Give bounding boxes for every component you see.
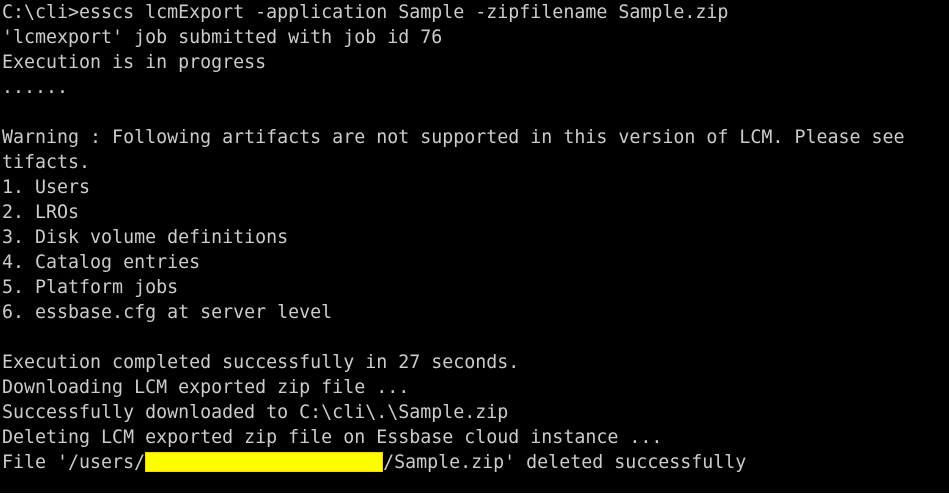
artifact-list-item: 3. Disk volume definitions (2, 227, 289, 248)
progress-line: Execution is in progress (2, 52, 267, 73)
deleted-line: File '/users/ /Sample.zip' deleted succes… (2, 450, 746, 475)
job-submitted-line: 'lcmexport' job submitted with job id 76 (2, 27, 443, 48)
downloading-line: Downloading LCM exported zip file ... (2, 377, 410, 398)
deleted-line-prefix: File '/users/ (2, 452, 146, 473)
command-line: C:\cli>esscs lcmExport -application Samp… (2, 2, 729, 23)
artifact-list-item: 1. Users (2, 177, 91, 198)
terminal-window[interactable]: C:\cli>esscs lcmExport -application Samp… (0, 0, 949, 495)
warning-line: Warning : Following artifacts are not su… (2, 127, 905, 148)
warning-wrap-line: tifacts. (2, 152, 91, 173)
progress-dots-line: ...... (2, 77, 69, 98)
redaction-box (145, 451, 384, 472)
deleted-line-suffix: /Sample.zip' deleted successfully (383, 452, 747, 473)
downloaded-line: Successfully downloaded to C:\cli\.\Samp… (2, 402, 509, 423)
artifact-list-item: 2. LROs (2, 202, 80, 223)
completion-line: Execution completed successfully in 27 s… (2, 352, 520, 373)
artifact-list-item: 5. Platform jobs (2, 277, 179, 298)
artifact-list-item: 6. essbase.cfg at server level (2, 302, 333, 323)
artifact-list-item: 4. Catalog entries (2, 252, 201, 273)
deleting-line: Deleting LCM exported zip file on Essbas… (2, 427, 663, 448)
